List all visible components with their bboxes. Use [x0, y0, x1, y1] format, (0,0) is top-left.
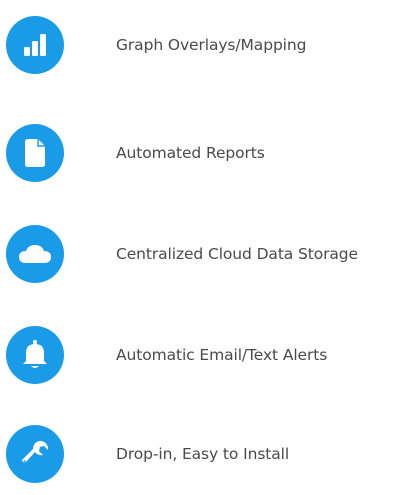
feature-icon-circle — [6, 225, 64, 283]
document-icon — [23, 138, 47, 168]
feature-icon-circle — [6, 425, 64, 483]
feature-icon-circle — [6, 124, 64, 182]
feature-item-email-alerts: Automatic Email/Text Alerts — [6, 326, 327, 384]
feature-label: Graph Overlays/Mapping — [116, 36, 307, 54]
wrench-icon — [19, 438, 51, 470]
feature-icon-circle — [6, 16, 64, 74]
feature-item-cloud-storage: Centralized Cloud Data Storage — [6, 225, 358, 283]
bar-chart-icon — [21, 31, 49, 59]
feature-label: Drop-in, Easy to Install — [116, 445, 290, 463]
feature-list: Graph Overlays/Mapping Automated Reports… — [0, 0, 406, 495]
bell-icon — [21, 339, 49, 371]
feature-item-easy-install: Drop-in, Easy to Install — [6, 425, 289, 483]
feature-icon-circle — [6, 326, 64, 384]
feature-label: Automatic Email/Text Alerts — [116, 346, 328, 364]
feature-label: Centralized Cloud Data Storage — [116, 245, 358, 263]
feature-label: Automated Reports — [116, 144, 265, 162]
feature-item-automated-reports: Automated Reports — [6, 124, 265, 182]
cloud-icon — [18, 243, 52, 265]
feature-item-graph-overlays: Graph Overlays/Mapping — [6, 16, 306, 74]
